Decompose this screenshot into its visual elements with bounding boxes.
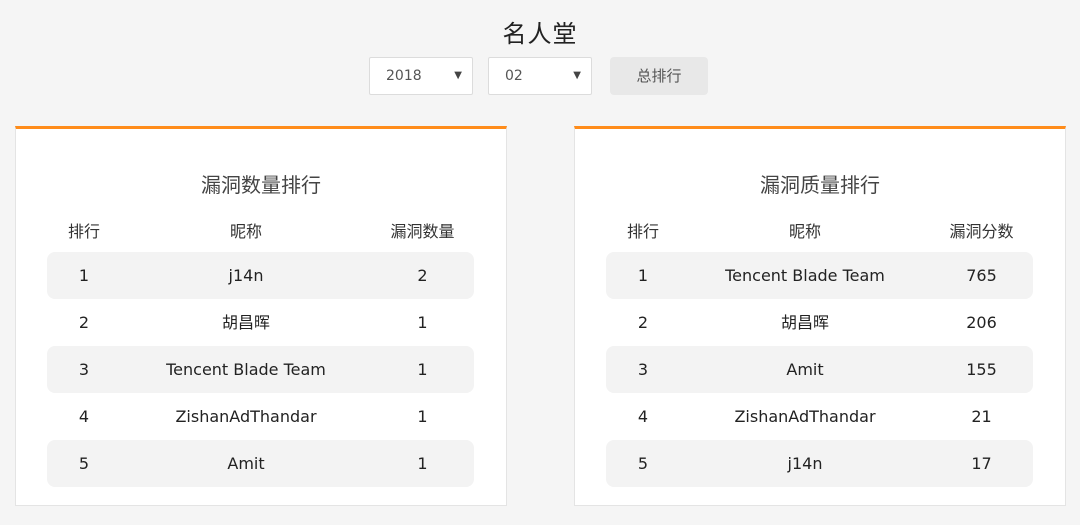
nickname-cell: Tencent Blade Team bbox=[725, 266, 885, 285]
rank-cell: 5 bbox=[637, 454, 649, 473]
value-cell: 1 bbox=[417, 313, 428, 332]
total-ranking-button[interactable]: 总排行 bbox=[610, 57, 708, 95]
vuln-quality-ranking-panel: 漏洞质量排行 排行 昵称 漏洞分数 1 Tencent Blade Team 7… bbox=[574, 126, 1066, 506]
header-nickname: 昵称 bbox=[229, 222, 262, 241]
header-rank: 排行 bbox=[626, 222, 659, 241]
table-row: 2 胡昌晖 1 bbox=[47, 299, 474, 346]
table-row: 3 Amit 155 bbox=[606, 346, 1033, 393]
table-header: 排行 昵称 漏洞分数 bbox=[606, 218, 1033, 242]
table-row: 4 ZishanAdThandar 1 bbox=[47, 393, 474, 440]
table-row: 1 Tencent Blade Team 765 bbox=[606, 252, 1033, 299]
header-vuln-count: 漏洞数量 bbox=[390, 222, 455, 241]
nickname-cell: ZishanAdThandar bbox=[734, 407, 876, 426]
month-select-value: 02 bbox=[505, 68, 523, 84]
table-row: 5 j14n 17 bbox=[606, 440, 1033, 487]
rank-cell: 3 bbox=[637, 360, 649, 379]
value-cell: 1 bbox=[417, 454, 428, 473]
table-row: 2 胡昌晖 206 bbox=[606, 299, 1033, 346]
value-cell: 1 bbox=[417, 360, 428, 379]
table-row: 4 ZishanAdThandar 21 bbox=[606, 393, 1033, 440]
value-cell: 155 bbox=[966, 360, 997, 379]
rank-cell: 3 bbox=[78, 360, 90, 379]
value-cell: 17 bbox=[971, 454, 992, 473]
panel-title: 漏洞质量排行 bbox=[760, 173, 880, 197]
ranking-list: 1 j14n 2 2 胡昌晖 1 3 Tencent Blade Team 1 … bbox=[47, 252, 474, 487]
nickname-cell: 胡昌晖 bbox=[780, 313, 829, 332]
chevron-down-icon: ▼ bbox=[573, 70, 581, 81]
rank-cell: 1 bbox=[637, 266, 649, 285]
page-title: 名人堂 bbox=[502, 20, 578, 48]
nickname-cell: 胡昌晖 bbox=[221, 313, 270, 332]
ranking-list: 1 Tencent Blade Team 765 2 胡昌晖 206 3 Ami… bbox=[606, 252, 1033, 487]
nickname-cell: Amit bbox=[786, 360, 824, 379]
year-select-value: 2018 bbox=[386, 68, 422, 84]
value-cell: 2 bbox=[417, 266, 428, 285]
value-cell: 1 bbox=[417, 407, 428, 426]
table-row: 1 j14n 2 bbox=[47, 252, 474, 299]
table-row: 3 Tencent Blade Team 1 bbox=[47, 346, 474, 393]
nickname-cell: j14n bbox=[787, 454, 823, 473]
header-nickname: 昵称 bbox=[788, 222, 821, 241]
table-header: 排行 昵称 漏洞数量 bbox=[47, 218, 474, 242]
rank-cell: 2 bbox=[78, 313, 90, 332]
panel-title: 漏洞数量排行 bbox=[201, 173, 321, 197]
header-rank: 排行 bbox=[67, 222, 100, 241]
value-cell: 21 bbox=[971, 407, 992, 426]
nickname-cell: j14n bbox=[228, 266, 264, 285]
value-cell: 765 bbox=[966, 266, 997, 285]
rank-cell: 2 bbox=[637, 313, 649, 332]
rank-cell: 4 bbox=[637, 407, 649, 426]
filter-bar: 2018 ▼ 02 ▼ 总排行 bbox=[369, 57, 708, 95]
rank-cell: 5 bbox=[78, 454, 90, 473]
rank-cell: 1 bbox=[78, 266, 90, 285]
nickname-cell: Tencent Blade Team bbox=[166, 360, 326, 379]
month-select[interactable]: 02 ▼ bbox=[488, 57, 592, 95]
rank-cell: 4 bbox=[78, 407, 90, 426]
year-select[interactable]: 2018 ▼ bbox=[369, 57, 473, 95]
nickname-cell: ZishanAdThandar bbox=[175, 407, 317, 426]
value-cell: 206 bbox=[966, 313, 997, 332]
chevron-down-icon: ▼ bbox=[454, 70, 462, 81]
header-vuln-score: 漏洞分数 bbox=[949, 222, 1014, 241]
table-row: 5 Amit 1 bbox=[47, 440, 474, 487]
nickname-cell: Amit bbox=[227, 454, 265, 473]
vuln-count-ranking-panel: 漏洞数量排行 排行 昵称 漏洞数量 1 j14n 2 2 胡昌晖 1 3 Ten… bbox=[15, 126, 507, 506]
